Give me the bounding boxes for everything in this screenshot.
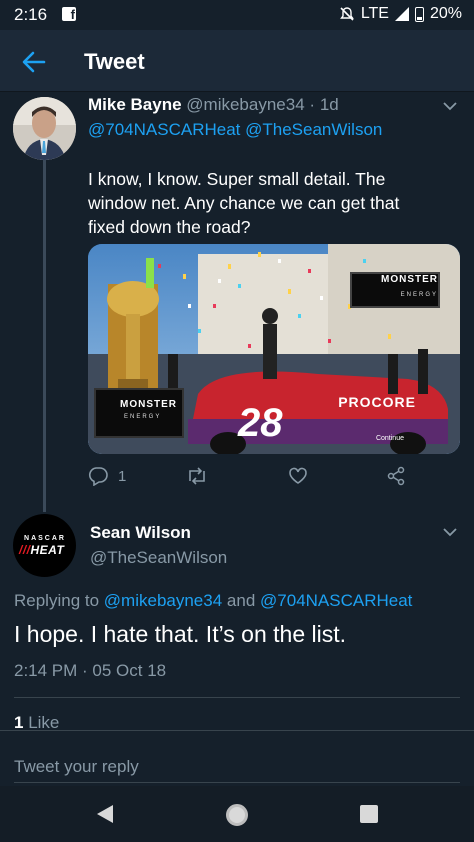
status-bar: 2:16 f LTE 20% — [0, 0, 474, 30]
replying-to-line: Replying to @mikebayne34 and @704NASCARH… — [14, 591, 412, 611]
system-nav-bar — [0, 786, 474, 842]
avatar-logo-heat: HEAT — [30, 543, 65, 557]
tweet1-mentions[interactable]: @704NASCARHeat @TheSeanWilson — [88, 120, 382, 140]
heart-icon[interactable] — [288, 466, 308, 486]
nav-back-icon[interactable] — [96, 804, 114, 824]
chevron-down-icon[interactable] — [442, 100, 458, 112]
status-time: 2:16 — [14, 5, 48, 24]
nav-recents-icon[interactable] — [360, 805, 378, 823]
reply-input[interactable] — [14, 751, 460, 783]
retweet-icon[interactable] — [186, 466, 208, 486]
network-label: LTE — [360, 5, 389, 22]
replying-and: and — [226, 591, 256, 610]
avatar-logo-top: NASCAR — [24, 535, 66, 542]
thread-connector — [43, 158, 46, 512]
separator-dot: · — [309, 95, 316, 114]
tweet1-text: I know, I know. Super small detail. The … — [88, 169, 400, 237]
banner-top-sub: ENERGY — [400, 292, 438, 298]
banner-bottom-sub: ENERGY — [124, 414, 162, 420]
reply-timestamp: 2:14 PM · 05 Oct 18 — [14, 661, 167, 680]
car-sponsor: PROCORE — [338, 394, 416, 410]
car-number: 28 — [238, 401, 283, 445]
nav-home-icon[interactable] — [226, 804, 248, 826]
arrow-left-icon[interactable] — [20, 48, 48, 76]
author-name[interactable]: Mike Bayne — [88, 95, 182, 114]
replying-prefix: Replying to — [14, 591, 100, 610]
tweet1-media-image[interactable]: MONSTER ENERGY MONSTER ENERGY 28 PROCORE… — [88, 244, 460, 454]
facebook-icon: f — [62, 7, 76, 22]
app-header: Tweet — [0, 30, 474, 92]
reply-author-handle[interactable]: @TheSeanWilson — [90, 548, 227, 568]
reply-tweet-text: I hope. I hate that. It’s on the list. — [14, 621, 347, 647]
signal-icon — [394, 7, 409, 21]
battery-level: 20% — [429, 5, 462, 22]
monster-energy-banner-bottom — [94, 388, 184, 438]
avatar-sean-wilson[interactable]: NASCAR ///HEAT — [13, 514, 76, 577]
reply-icon[interactable] — [88, 466, 108, 486]
replying-user-link[interactable]: @mikebayne34 — [104, 591, 222, 610]
reply-composer — [0, 730, 474, 786]
tweet1-actions: 1 — [88, 466, 460, 490]
reply-count: 1 — [118, 468, 127, 485]
author-handle[interactable]: @mikebayne34 — [186, 95, 304, 114]
mute-icon — [339, 7, 354, 21]
page-title: Tweet — [84, 49, 145, 74]
banner-top-brand: MONSTER — [381, 274, 438, 285]
avatar-logo-bottom: ///HEAT — [19, 543, 65, 557]
share-icon[interactable] — [386, 466, 406, 486]
status-indicators: LTE 20% — [339, 5, 462, 23]
banner-bottom-brand: MONSTER — [120, 399, 177, 410]
tweet-timestamp: 1d — [319, 95, 339, 114]
replying-user-link[interactable]: @704NASCARHeat — [260, 591, 412, 610]
continue-prompt: Continue — [375, 435, 404, 442]
avatar-photo — [13, 97, 76, 160]
divider — [14, 697, 460, 698]
avatar-mike-bayne[interactable] — [13, 97, 76, 160]
reply-author-name[interactable]: Sean Wilson — [90, 523, 191, 543]
chevron-down-icon[interactable] — [442, 526, 458, 538]
battery-icon — [414, 6, 424, 22]
tweet1-author: Mike Bayne @mikebayne34 · 1d — [88, 95, 339, 115]
